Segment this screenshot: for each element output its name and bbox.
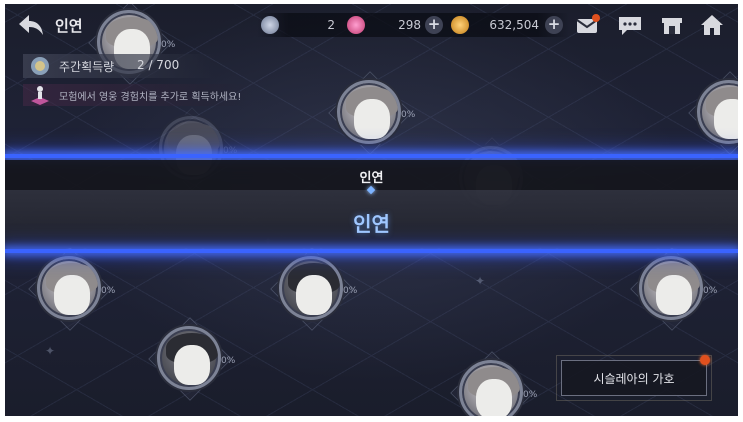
stamina-value: 2 <box>327 18 335 32</box>
shop-button[interactable] <box>659 13 685 37</box>
banner-beam-bottom <box>5 249 738 253</box>
shop-icon <box>662 18 682 34</box>
weekly-exp-panel: 주간획득량 2 / 700 <box>23 54 215 78</box>
exp-icon <box>31 57 49 75</box>
resource-bar: 2 298 + 632,504 + <box>257 13 569 37</box>
affinity-percent: 0% <box>703 286 718 296</box>
hero-portrait <box>697 80 738 144</box>
gold-value: 632,504 <box>489 18 539 32</box>
mail-button[interactable] <box>575 13 601 37</box>
title-banner: 인연 인연 <box>5 154 738 254</box>
banner-beam-top <box>5 154 738 158</box>
notification-badge <box>700 355 710 365</box>
affinity-percent: 0% <box>523 390 538 400</box>
hero-node[interactable]: 0% <box>28 247 115 331</box>
home-icon <box>701 15 723 35</box>
gold-coin-icon <box>451 16 469 34</box>
weekly-exp-value: 2 / 700 <box>137 58 180 72</box>
hero-node[interactable]: 0% <box>270 247 357 331</box>
hero-node[interactable]: 0% <box>148 317 235 401</box>
affinity-percent: 0% <box>401 110 416 120</box>
add-gold-button[interactable]: + <box>545 16 563 34</box>
page-title: 인연 <box>55 17 83 35</box>
mail-icon <box>576 14 600 33</box>
weekly-exp-label: 주간획득량 <box>59 60 115 74</box>
hero-node[interactable]: 0% <box>450 351 537 416</box>
back-button[interactable] <box>17 12 47 38</box>
add-gem-button[interactable]: + <box>425 16 443 34</box>
banner-title: 인연 <box>353 212 390 236</box>
back-arrow-icon <box>19 15 43 35</box>
hero-node[interactable]: 0% <box>328 71 415 155</box>
hero-portrait <box>639 256 703 320</box>
blessing-button[interactable]: 시슬레아의 가호 <box>556 355 712 401</box>
hero-portrait <box>37 256 101 320</box>
affinity-percent: 0% <box>343 286 358 296</box>
stamina-icon <box>261 16 279 34</box>
hero-figure-icon <box>31 86 49 105</box>
affinity-percent: 0% <box>221 356 236 366</box>
hero-node[interactable]: 0% <box>630 247 717 331</box>
top-bar: 인연 2 298 + 632,504 + <box>5 4 738 44</box>
gem-icon <box>347 16 365 34</box>
gem-value: 298 <box>398 18 421 32</box>
hint-text: 모험에서 영웅 경험치를 추가로 획득하세요! <box>59 92 242 103</box>
chat-icon <box>619 17 641 35</box>
exp-hint: 모험에서 영웅 경험치를 추가로 획득하세요! <box>23 84 253 106</box>
banner-subtitle: 인연 <box>359 171 384 186</box>
sparkle-icon: ✦ <box>475 274 486 288</box>
sparkle-icon: ✦ <box>45 344 56 358</box>
hero-portrait <box>459 360 523 416</box>
chat-button[interactable] <box>617 13 643 37</box>
hero-portrait <box>279 256 343 320</box>
home-button[interactable] <box>699 13 725 37</box>
hero-portrait <box>157 326 221 390</box>
affinity-percent: 0% <box>101 286 116 296</box>
hero-portrait <box>337 80 401 144</box>
blessing-label: 시슬레아의 가호 <box>593 372 675 386</box>
game-screen: ✦ ✦ ✦ 0% 0% 0% 0% 0% 0% 0% 0% <box>5 4 738 416</box>
hero-node[interactable]: 0% <box>688 71 738 155</box>
